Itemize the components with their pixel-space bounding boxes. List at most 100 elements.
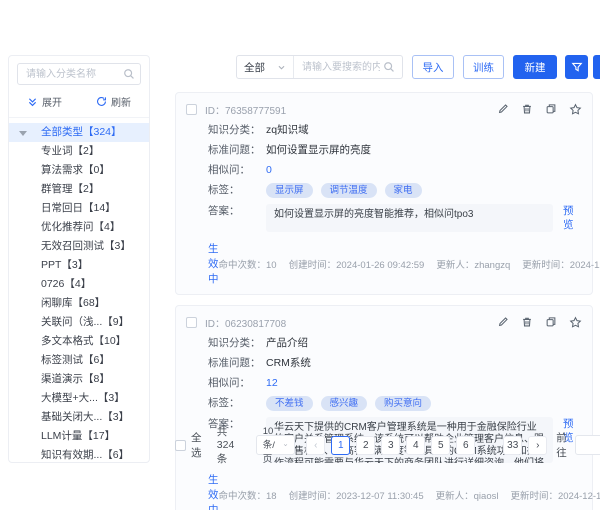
chevron-down-icon (277, 63, 286, 72)
page-button[interactable]: 2 (356, 436, 375, 455)
tree-item[interactable]: 知识有效期...【6】 (9, 446, 149, 463)
tree-item[interactable]: 群管理【2】 (9, 180, 149, 199)
card-id: ID：76358777591 (205, 102, 286, 117)
tag[interactable]: 家电 (385, 183, 422, 198)
tree-item[interactable]: 渠道演示【8】 (9, 370, 149, 389)
tree-item[interactable]: 关联问（浅...【9】 (9, 313, 149, 332)
question-value: CRM系统 (266, 356, 311, 370)
search-group: 全部 (236, 55, 403, 79)
delete-icon[interactable] (521, 103, 533, 115)
sidebar-actions: 展开 刷新 (9, 89, 149, 118)
tree-item[interactable]: PPT【3】 (9, 256, 149, 275)
tree-item-label: 多文本格式【10】 (41, 335, 126, 347)
delete-icon[interactable] (521, 316, 533, 328)
card-checkbox[interactable] (186, 104, 197, 115)
refresh-icon (96, 96, 107, 107)
similar-row: 相似问： 12 (186, 376, 582, 390)
updater-meta: 更新人：zhangzq (436, 257, 510, 271)
tree-item[interactable]: 基础关闭大...【3】 (9, 408, 149, 427)
id-value: 76358777591 (225, 106, 286, 117)
copy-icon[interactable] (545, 316, 557, 328)
next-page-button[interactable]: › (528, 436, 547, 455)
created-meta: 创建时间：2024-01-26 09:42:59 (289, 257, 425, 271)
category-row: 知识分类： 产品介绍 (186, 336, 582, 350)
category-label: 知识分类： (208, 123, 266, 137)
create-button[interactable]: 新建 (513, 55, 557, 79)
export-button[interactable] (593, 55, 600, 79)
answer-row: 答案： 如何设置显示屏的亮度智能推荐，相似问tpo3 预览 (186, 204, 582, 232)
similar-count-link[interactable]: 12 (266, 376, 278, 390)
tree-item[interactable]: 大模型+大...【3】 (9, 389, 149, 408)
tree-item-label: LLM计量【17】 (41, 430, 115, 442)
tree-item-label: 渠道演示【8】 (41, 373, 110, 385)
scope-select[interactable]: 全部 (237, 56, 294, 78)
tree-item[interactable]: 日常回日【14】 (9, 199, 149, 218)
category-tree: 全部类型【324】专业词【2】算法需求【0】群管理【2】日常回日【14】优化推荐… (9, 118, 149, 463)
hits-meta: 命中次数：10 (219, 257, 277, 271)
page-button[interactable]: 33 (503, 436, 522, 455)
goto-page-input[interactable] (575, 435, 600, 455)
category-search (17, 63, 141, 85)
tree-item[interactable]: 无效召回测试【3】 (9, 237, 149, 256)
tag[interactable]: 购买意向 (375, 396, 431, 411)
similar-label: 相似问： (208, 163, 266, 177)
updated-meta: 更新时间：2024-12-11 16:16:05 (510, 488, 600, 502)
question-row: 标准问题： CRM系统 (186, 356, 582, 370)
similar-count-link[interactable]: 0 (266, 163, 272, 177)
id-label: ID： (205, 319, 225, 330)
star-icon[interactable] (569, 103, 582, 116)
tree-item[interactable]: LLM计量【17】 (9, 427, 149, 446)
tree-item-label: 无效召回测试【3】 (41, 240, 131, 252)
tree-item[interactable]: 0726【4】 (9, 275, 149, 294)
page-button[interactable]: 3 (381, 436, 400, 455)
expand-label: 展开 (42, 94, 62, 109)
tree-item-label: 闲聊库【68】 (41, 297, 105, 309)
card-meta: 命中次数：18 创建时间：2023-12-07 11:30:45 更新人：qia… (219, 488, 600, 502)
tag[interactable]: 显示屏 (266, 183, 313, 198)
import-button[interactable]: 导入 (412, 55, 454, 79)
tree-item-label: 全部类型【324】 (41, 126, 122, 138)
page-ellipsis[interactable]: ··· (481, 440, 497, 451)
tree-item[interactable]: 多文本格式【10】 (9, 332, 149, 351)
preview-link[interactable]: 预览 (563, 204, 582, 232)
tree-item[interactable]: 算法需求【0】 (9, 161, 149, 180)
search-icon[interactable] (383, 61, 395, 73)
tree-item[interactable]: 闲聊库【68】 (9, 294, 149, 313)
star-icon[interactable] (569, 316, 582, 329)
card-header: ID：76358777591 (186, 101, 582, 117)
expand-all-button[interactable]: 展开 (27, 94, 62, 109)
created-meta: 创建时间：2023-12-07 11:30:45 (289, 488, 424, 502)
refresh-button[interactable]: 刷新 (96, 94, 131, 109)
tree-item-label: 优化推荐问【4】 (41, 221, 120, 233)
card-footer: 生效中 命中次数：18 创建时间：2023-12-07 11:30:45 更新人… (186, 472, 582, 510)
scope-select-value: 全部 (244, 60, 265, 75)
page-buttons: 123456 ··· 33 (331, 436, 522, 455)
train-button[interactable]: 训练 (463, 55, 504, 79)
caret-down-icon[interactable] (19, 131, 27, 136)
prev-page-button[interactable]: ‹ (306, 436, 325, 455)
total-count: 共 324 条 (217, 424, 244, 466)
page-size-select[interactable]: 10条/页 (256, 435, 296, 455)
category-value: 产品介绍 (266, 336, 308, 350)
page-button[interactable]: 1 (331, 436, 350, 455)
edit-icon[interactable] (497, 316, 509, 328)
page-button[interactable]: 5 (431, 436, 450, 455)
tag[interactable]: 不差钱 (266, 396, 313, 411)
card-checkbox[interactable] (186, 317, 197, 328)
tag[interactable]: 调节温度 (321, 183, 377, 198)
copy-icon[interactable] (545, 103, 557, 115)
tree-item[interactable]: 专业词【2】 (9, 142, 149, 161)
select-all-checkbox[interactable] (175, 440, 186, 451)
tree-item[interactable]: 标签测试【6】 (9, 351, 149, 370)
page-button[interactable]: 6 (456, 436, 475, 455)
tree-item[interactable]: 全部类型【324】 (9, 123, 149, 142)
page-button[interactable]: 4 (406, 436, 425, 455)
updated-meta: 更新时间：2024-12-12 09:34:33 (522, 257, 600, 271)
tree-item[interactable]: 优化推荐问【4】 (9, 218, 149, 237)
category-sidebar: 展开 刷新 全部类型【324】专业词【2】算法需求【0】群管理【2】日常回日【1… (8, 55, 150, 463)
edit-icon[interactable] (497, 103, 509, 115)
knowledge-card: ID：06230817708 知识分类： 产品介绍 标准问题： CRM系统 相似… (175, 305, 593, 510)
tag[interactable]: 感兴趣 (321, 396, 368, 411)
filter-button[interactable] (565, 55, 588, 79)
similar-row: 相似问： 0 (186, 163, 582, 177)
